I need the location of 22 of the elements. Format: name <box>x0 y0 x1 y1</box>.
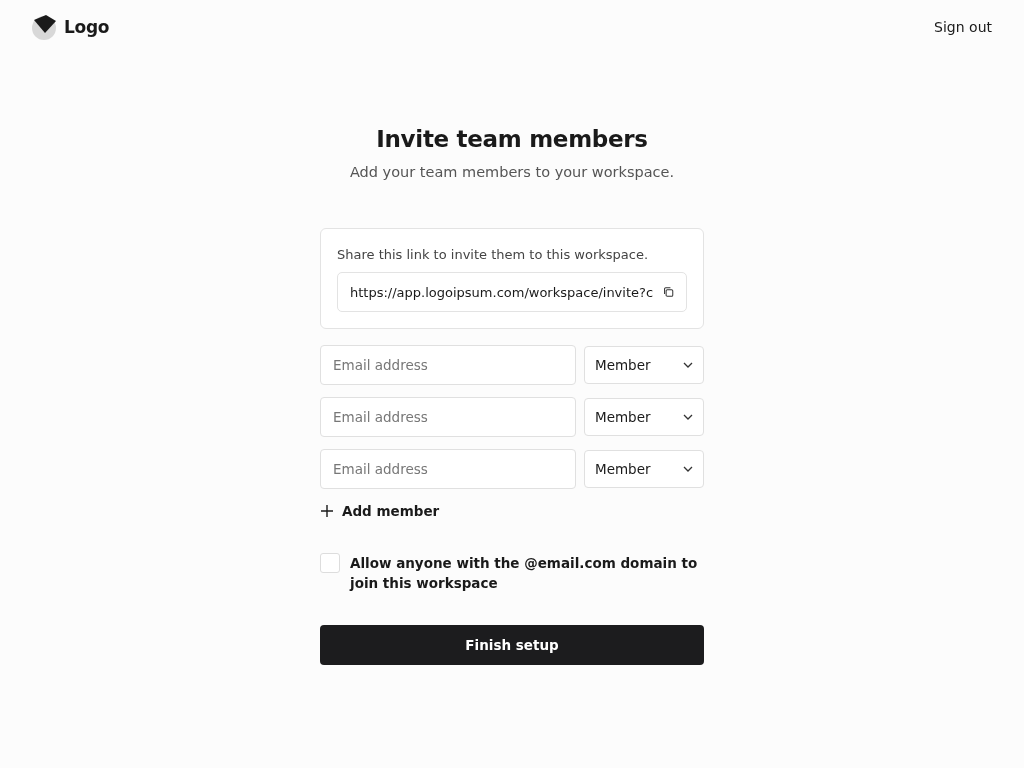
chevron-down-icon <box>683 466 693 472</box>
email-field[interactable]: Email address <box>320 397 576 437</box>
sign-out-link[interactable]: Sign out <box>934 19 992 35</box>
chevron-down-icon <box>683 362 693 368</box>
email-field[interactable]: Email address <box>320 345 576 385</box>
finish-setup-button[interactable]: Finish setup <box>320 625 704 665</box>
email-field[interactable]: Email address <box>320 449 576 489</box>
checkbox[interactable] <box>320 553 340 573</box>
allow-domain-label: Allow anyone with the @email.com domain to join this workspace <box>350 554 699 593</box>
chevron-down-icon <box>683 414 693 420</box>
role-dropdown[interactable]: Member <box>584 450 704 488</box>
role-dropdown[interactable]: Member <box>584 346 704 384</box>
copy-icon[interactable] <box>663 285 674 299</box>
invite-link-field[interactable]: https://app.logoipsum.com/workspace/invite?c <box>337 272 687 312</box>
plus-icon <box>320 504 334 518</box>
page-title: Invite team members <box>376 126 648 152</box>
add-member-button[interactable]: Add member <box>320 503 440 519</box>
logo-icon <box>32 14 58 40</box>
logo-text: Logo <box>64 17 110 37</box>
role-dropdown[interactable]: Member <box>584 398 704 436</box>
page-subtitle: Add your team members to your workspace. <box>349 164 675 180</box>
share-link-label: Share this link to invite them to this workspace. <box>337 247 650 262</box>
